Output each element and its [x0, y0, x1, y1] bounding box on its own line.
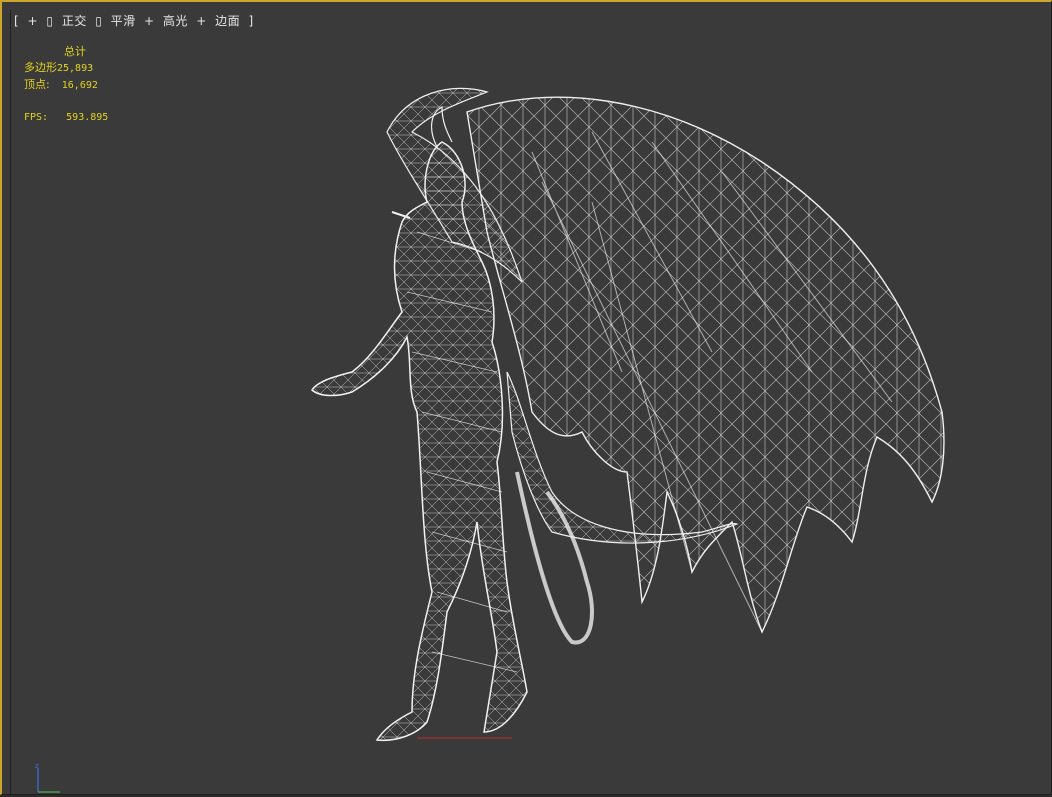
- orthographic-viewport[interactable]: [ + ▯ 正交 ▯ 平滑 + 高光 + 边面 ] 总计 多边形25,893 顶…: [0, 0, 1052, 795]
- stats-vertices-value: 16,692: [61, 80, 98, 91]
- stats-polygons: 多边形25,893: [24, 60, 108, 77]
- stats-polygons-value: 25,893: [57, 63, 94, 74]
- viewport-edges-menu[interactable]: 边面: [215, 14, 240, 28]
- wireframe-demon-figure-icon[interactable]: [292, 72, 962, 752]
- stats-fps-value: 593.895: [66, 112, 109, 123]
- stats-polygons-label: 多边形: [24, 61, 57, 74]
- stats-fps-label: FPS:: [24, 112, 49, 123]
- viewport-general-menu[interactable]: +: [28, 14, 39, 28]
- viewport-view-menu[interactable]: 正交: [62, 14, 87, 28]
- viewport-plus: +: [143, 14, 155, 28]
- viewport-shading-menu[interactable]: 平滑: [111, 14, 136, 28]
- viewport-plus: +: [196, 14, 207, 28]
- viewport-box-icon: ▯: [95, 14, 103, 28]
- stats-vertices: 顶点: 16,692: [24, 77, 108, 94]
- viewport-label-bracket-open: [: [14, 14, 20, 28]
- viewport-highlight-menu[interactable]: 高光: [163, 14, 188, 28]
- stats-vertices-label: 顶点:: [24, 78, 50, 91]
- viewport-label-menu[interactable]: [ + ▯ 正交 ▯ 平滑 + 高光 + 边面 ]: [14, 12, 258, 29]
- viewport-label-bracket-close: ]: [248, 14, 254, 28]
- scene-statistics: 总计 多边形25,893 顶点: 16,692 FPS: 593.895: [24, 44, 108, 126]
- viewport-divider: [10, 10, 11, 794]
- svg-text:z: z: [35, 762, 39, 770]
- stats-title: 总计: [64, 45, 86, 58]
- right-wing: [466, 96, 945, 634]
- viewport-box-icon: ▯: [46, 14, 54, 28]
- stats-fps: FPS: 593.895: [24, 110, 108, 126]
- axis-gizmo-icon: z: [35, 762, 60, 793]
